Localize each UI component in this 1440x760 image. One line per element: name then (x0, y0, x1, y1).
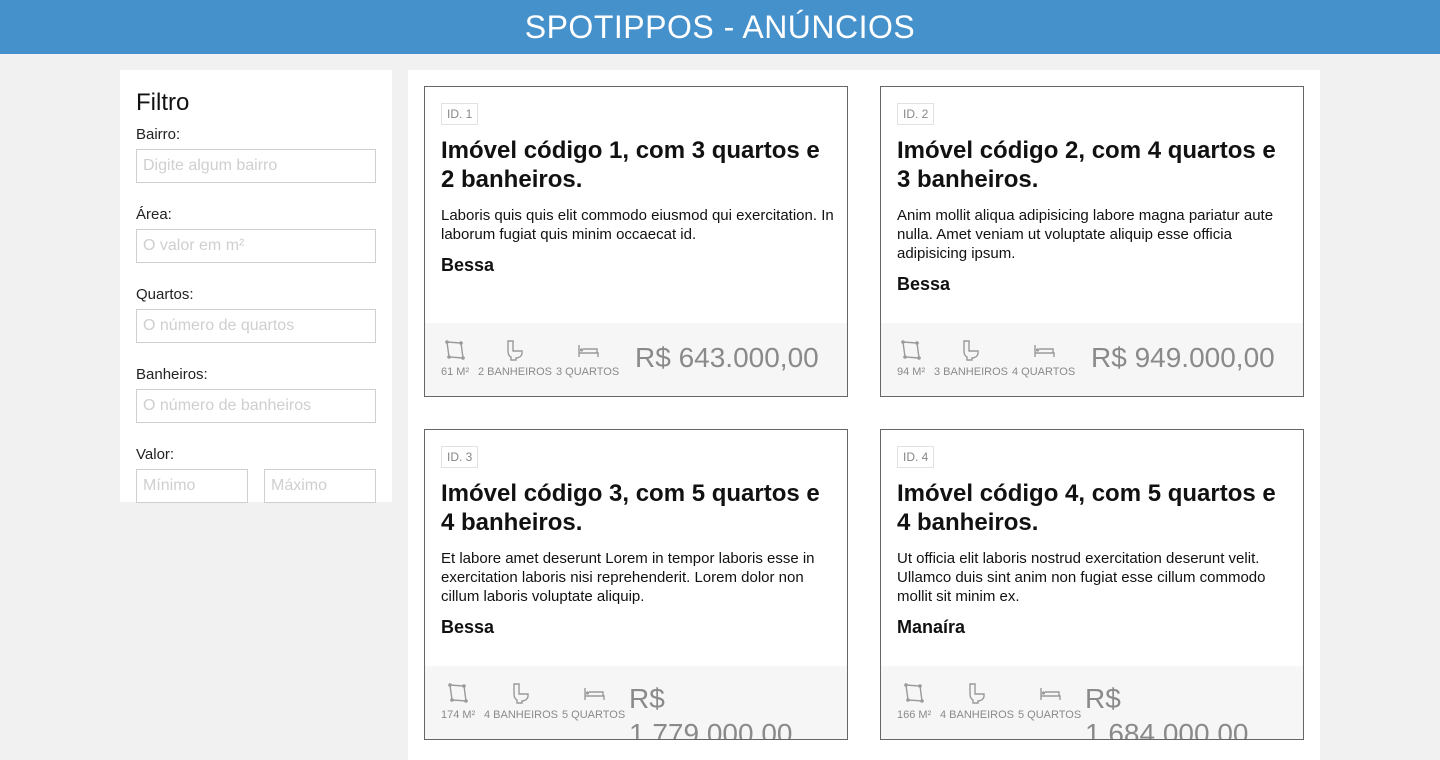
area-icon (445, 340, 465, 360)
banheiros-field-group: Banheiros: (136, 366, 376, 423)
listing-card[interactable]: ID. 1 Imóvel código 1, com 3 quartos e 2… (424, 86, 848, 397)
bairro-input[interactable] (136, 149, 376, 183)
price-line: R$ 643.000,00 (635, 342, 819, 373)
listing-description: Laboris quis quis elit commodo eiusmod q… (441, 207, 834, 243)
listing-description: Ut officia elit laboris nostrud exercita… (897, 550, 1266, 605)
area-value: 94 M² (897, 366, 926, 378)
price-line: 1.684.000,00 (1085, 718, 1249, 740)
bairro-label: Bairro: (136, 126, 181, 143)
area-label: Área: (136, 206, 172, 223)
bed-icon (583, 688, 605, 700)
toilet-icon (969, 683, 985, 704)
listing-footer: 61 M² 2 BANHEIROS 3 QUARTOS R$ 643.000,0… (425, 323, 847, 396)
listing-price: R$ 949.000,00 (1091, 340, 1275, 375)
listing-neighborhood: Bessa (897, 274, 951, 294)
bed-icon (1033, 345, 1055, 357)
bed-icon (1039, 688, 1061, 700)
listing-price: R$ 1.684.000,00 (1085, 681, 1249, 740)
area-feature: 174 M² (441, 682, 475, 721)
listing-description: Anim mollit aliqua adipisicing labore ma… (897, 207, 1274, 262)
area-feature: 61 M² (441, 339, 469, 378)
listing-card[interactable]: ID. 2 Imóvel código 2, com 4 quartos e 3… (880, 86, 1304, 397)
valor-range (136, 469, 376, 503)
bed-icon (577, 345, 599, 357)
toilet-icon (513, 683, 529, 704)
bathroom-feature: 4 BANHEIROS (484, 682, 558, 721)
listing-id-badge: ID. 3 (441, 446, 479, 468)
listing-neighborhood: Manaíra (897, 617, 966, 637)
listing-title[interactable]: Imóvel código 1, com 3 quartos e 2 banhe… (441, 136, 836, 194)
valor-field-group: Valor: (136, 446, 376, 503)
bairro-field-group: Bairro: (136, 126, 376, 183)
bedroom-feature: 5 QUARTOS (1018, 682, 1081, 721)
listing-id-badge: ID. 2 (897, 103, 935, 125)
listing-title[interactable]: Imóvel código 4, com 5 quartos e 4 banhe… (897, 479, 1292, 537)
area-field-group: Área: (136, 206, 376, 263)
bathrooms-value: 3 BANHEIROS (934, 366, 1008, 378)
listing-id-badge: ID. 1 (441, 103, 479, 125)
banheiros-input[interactable] (136, 389, 376, 423)
page-title: SPOTIPPOS - ANÚNCIOS (524, 8, 916, 45)
listing-title[interactable]: Imóvel código 2, com 4 quartos e 3 banhe… (897, 136, 1292, 194)
price-line: 1.779.000,00 (629, 718, 793, 740)
filter-panel: Filtro Bairro: Área: Quartos: Banheiros:… (120, 70, 392, 503)
valor-label: Valor: (136, 446, 175, 463)
toilet-icon (507, 340, 523, 361)
valor-min-input[interactable] (136, 469, 248, 503)
listing-description: Et labore amet deserunt Lorem in tempor … (441, 550, 815, 605)
bathrooms-value: 4 BANHEIROS (940, 709, 1014, 721)
area-icon (901, 340, 921, 360)
listing-price: R$ 643.000,00 (635, 340, 819, 375)
bathroom-feature: 3 BANHEIROS (934, 339, 1008, 378)
filter-title: Filtro (136, 89, 190, 116)
bathrooms-value: 4 BANHEIROS (484, 709, 558, 721)
bedrooms-value: 5 QUARTOS (1018, 709, 1082, 721)
listing-neighborhood: Bessa (441, 255, 495, 275)
toilet-icon (963, 340, 979, 361)
bedroom-feature: 5 QUARTOS (562, 682, 625, 721)
quartos-input[interactable] (136, 309, 376, 343)
bathrooms-value: 2 BANHEIROS (478, 366, 552, 378)
area-feature: 166 M² (897, 682, 931, 721)
listing-footer: 166 M² 4 BANHEIROS 5 QUARTOS R$ 1.684.00… (881, 666, 1303, 740)
area-feature: 94 M² (897, 339, 925, 378)
bathroom-feature: 2 BANHEIROS (478, 339, 552, 378)
listing-neighborhood: Bessa (441, 617, 495, 637)
bedrooms-value: 3 QUARTOS (556, 366, 620, 378)
bedroom-feature: 4 QUARTOS (1012, 339, 1075, 378)
app-header: SPOTIPPOS - ANÚNCIOS (0, 0, 1440, 54)
price-line: R$ (629, 683, 665, 714)
banheiros-label: Banheiros: (136, 366, 208, 383)
area-input[interactable] (136, 229, 376, 263)
quartos-label: Quartos: (136, 286, 194, 303)
listing-card[interactable]: ID. 3 Imóvel código 3, com 5 quartos e 4… (424, 429, 848, 740)
bedroom-feature: 3 QUARTOS (556, 339, 619, 378)
bedrooms-value: 4 QUARTOS (1012, 366, 1076, 378)
listing-footer: 174 M² 4 BANHEIROS 5 QUARTOS R$ 1.779.00… (425, 666, 847, 740)
listing-price: R$ 1.779.000,00 (629, 681, 793, 740)
price-line: R$ 949.000,00 (1091, 342, 1275, 373)
area-value: 174 M² (441, 709, 476, 721)
listing-card[interactable]: ID. 4 Imóvel código 4, com 5 quartos e 4… (880, 429, 1304, 740)
valor-max-input[interactable] (264, 469, 376, 503)
area-icon (448, 683, 468, 703)
listing-id-badge: ID. 4 (897, 446, 935, 468)
bedrooms-value: 5 QUARTOS (562, 709, 626, 721)
area-value: 61 M² (441, 366, 470, 378)
listings-area: ID. 1 Imóvel código 1, com 3 quartos e 2… (408, 70, 1320, 760)
area-value: 166 M² (897, 709, 932, 721)
price-line: R$ (1085, 683, 1121, 714)
listing-footer: 94 M² 3 BANHEIROS 4 QUARTOS R$ 949.000,0… (881, 323, 1303, 396)
listing-title[interactable]: Imóvel código 3, com 5 quartos e 4 banhe… (441, 479, 836, 537)
area-icon (904, 683, 924, 703)
bathroom-feature: 4 BANHEIROS (940, 682, 1014, 721)
quartos-field-group: Quartos: (136, 286, 376, 343)
